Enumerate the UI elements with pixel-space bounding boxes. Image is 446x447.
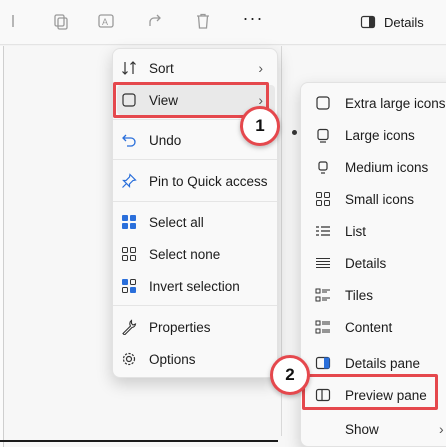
- select-none-icon: [121, 246, 137, 262]
- list-icon: [315, 223, 331, 239]
- menu-separator: [113, 305, 277, 306]
- chevron-right-icon: ›: [258, 60, 263, 76]
- navigation-pane-edge: [0, 46, 4, 447]
- menu-item-label: Properties: [149, 319, 211, 335]
- submenu-item-label: List: [345, 223, 367, 239]
- submenu-item-label: Tiles: [345, 287, 374, 303]
- tiles-icon: [315, 287, 331, 303]
- submenu-item-label: Large icons: [345, 127, 415, 143]
- menu-item-label: Pin to Quick access: [149, 173, 268, 189]
- menu-separator: [113, 201, 277, 202]
- submenu-item-tiles[interactable]: Tiles: [305, 281, 446, 309]
- details-view-icon: [315, 255, 331, 271]
- step-badge-1: 1: [240, 106, 280, 146]
- submenu-item-large-icons[interactable]: Large icons: [305, 121, 446, 149]
- properties-icon: [121, 319, 137, 335]
- pin-icon: [121, 173, 137, 189]
- submenu-item-label: Small icons: [345, 191, 415, 207]
- more-options-button[interactable]: ···: [242, 9, 264, 32]
- command-bar: A ··· Details: [0, 0, 446, 45]
- menu-separator: [113, 159, 277, 160]
- details-button-label: Details: [384, 14, 424, 30]
- select-all-icon: [121, 214, 137, 230]
- menu-item-pin-quick-access[interactable]: Pin to Quick access: [117, 166, 275, 196]
- details-button[interactable]: Details: [360, 11, 424, 33]
- submenu-item-list[interactable]: List: [305, 217, 446, 245]
- gear-icon: [121, 351, 137, 367]
- selected-indicator: [292, 130, 297, 135]
- menu-item-select-none[interactable]: Select none: [117, 239, 275, 269]
- submenu-item-label: Content: [345, 319, 393, 335]
- small-icons-icon: [315, 191, 331, 207]
- sort-icon: [121, 60, 137, 76]
- submenu-item-label: Show: [345, 421, 379, 437]
- details-pane-icon: [360, 15, 376, 29]
- menu-item-label: Invert selection: [149, 278, 240, 294]
- large-icons-icon: [315, 127, 331, 143]
- menu-item-label: Select none: [149, 246, 221, 262]
- menu-item-select-all[interactable]: Select all: [117, 207, 275, 237]
- details-pane-icon: [315, 355, 331, 371]
- undo-icon: [121, 132, 137, 148]
- cut-icon[interactable]: [10, 12, 28, 30]
- delete-icon[interactable]: [194, 12, 212, 30]
- menu-item-sort[interactable]: Sort ›: [117, 53, 275, 83]
- submenu-item-label: Details: [345, 255, 387, 271]
- menu-item-options[interactable]: Options: [117, 344, 275, 374]
- share-icon[interactable]: [146, 12, 164, 30]
- menu-item-label: Undo: [149, 132, 182, 148]
- submenu-item-label: Medium icons: [345, 159, 429, 175]
- rename-icon[interactable]: A: [97, 12, 115, 30]
- copy-icon[interactable]: [52, 12, 70, 30]
- submenu-item-extra-large-icons[interactable]: Extra large icons: [305, 89, 446, 117]
- svg-text:A: A: [102, 17, 108, 27]
- submenu-item-details[interactable]: Details: [305, 249, 446, 277]
- chevron-right-icon: ›: [439, 421, 444, 437]
- medium-icons-icon: [315, 159, 331, 175]
- submenu-item-details-pane[interactable]: Details pane: [305, 349, 446, 377]
- content-icon: [315, 319, 331, 335]
- submenu-item-medium-icons[interactable]: Medium icons: [305, 153, 446, 181]
- menu-item-properties[interactable]: Properties: [117, 312, 275, 342]
- menu-item-label: Options: [149, 351, 196, 367]
- submenu-item-content[interactable]: Content: [305, 313, 446, 341]
- step-number: 1: [255, 116, 265, 135]
- step-badge-2: 2: [270, 355, 310, 395]
- menu-item-label: Select all: [149, 214, 204, 230]
- submenu-item-label: Details pane: [345, 355, 421, 371]
- invert-selection-icon: [121, 278, 137, 294]
- submenu-item-show[interactable]: Show ›: [305, 415, 446, 443]
- extra-large-icons-icon: [315, 95, 331, 111]
- step-number: 2: [285, 365, 295, 384]
- menu-item-invert-selection[interactable]: Invert selection: [117, 271, 275, 301]
- submenu-item-small-icons[interactable]: Small icons: [305, 185, 446, 213]
- highlight-preview-pane-item: [302, 374, 438, 410]
- menu-item-label: Sort: [149, 60, 174, 76]
- divider: [0, 440, 278, 442]
- submenu-item-label: Extra large icons: [345, 95, 446, 111]
